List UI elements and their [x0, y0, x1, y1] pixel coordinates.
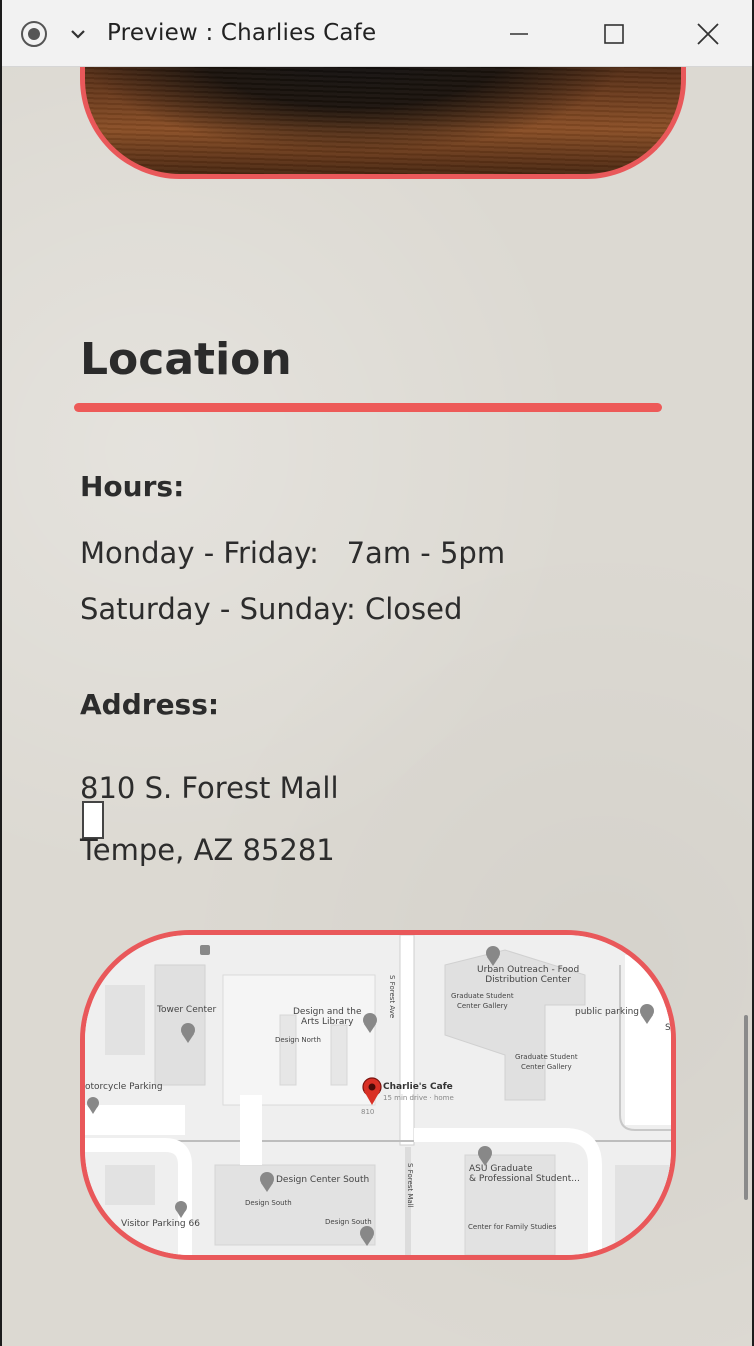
- title-bar: Preview : Charlies Cafe: [2, 0, 752, 67]
- map-label-design-south-1: Design South: [245, 1199, 292, 1207]
- map-label-design-south-2: Design South: [325, 1218, 372, 1226]
- chevron-down-icon[interactable]: [68, 24, 88, 44]
- heading-underline: [74, 403, 662, 412]
- map-label-urban-outreach: Urban Outreach - Food Distribution Cente…: [477, 965, 580, 985]
- map-label-grad-gallery-2: Graduate Student Center Gallery: [515, 1053, 578, 1071]
- map-label-s-forest-ave: S Forest Ave: [388, 975, 396, 1019]
- location-heading: Location: [80, 334, 292, 385]
- map-label-810: 810: [361, 1108, 375, 1116]
- location-map[interactable]: Tower Center Design and the Arts Library…: [80, 930, 676, 1260]
- address-street: 810 S. Forest Mall: [80, 771, 339, 805]
- map-label-design-center-south: Design Center South: [276, 1175, 370, 1185]
- hours-label: Hours:: [80, 470, 185, 503]
- map-label-tower-center: Tower Center: [157, 1005, 217, 1015]
- map-label-public-parking: public parking: [575, 1007, 639, 1017]
- map-label-grad-gallery-1: Graduate Student Center Gallery: [451, 992, 514, 1010]
- hours-weekday: Monday - Friday: 7am - 5pm: [80, 536, 506, 570]
- map-label-s-forest-mall: S Forest Mall: [406, 1163, 414, 1208]
- maximize-button[interactable]: [592, 14, 636, 54]
- scrollbar[interactable]: [744, 1015, 748, 1200]
- map-label-edge-s: S: [665, 1023, 671, 1033]
- map-label-asu-graduate: ASU Graduate & Professional Student...: [469, 1164, 580, 1184]
- map-label-visitor-parking: Visitor Parking 66: [121, 1219, 200, 1229]
- address-label: Address:: [80, 688, 220, 721]
- map-label-motorcycle-parking: otorcycle Parking: [85, 1082, 163, 1092]
- app-window: Preview : Charlies Cafe Location Hours: …: [2, 0, 752, 1346]
- record-icon[interactable]: [20, 20, 48, 48]
- map-graphic: [85, 935, 671, 1255]
- address-city: Tempe, AZ 85281: [80, 833, 335, 867]
- page-content: Location Hours: Monday - Friday: 7am - 5…: [2, 26, 752, 1346]
- minimize-button[interactable]: [498, 14, 542, 54]
- map-label-cafe-sub: 15 min drive · home: [383, 1094, 454, 1102]
- map-label-center-family: Center for Family Studies: [468, 1223, 557, 1231]
- hours-weekend: Saturday - Sunday: Closed: [80, 592, 463, 626]
- map-label-arts-library: Design and the Arts Library: [293, 1007, 362, 1027]
- map-label-design-north: Design North: [275, 1036, 321, 1044]
- map-label-charlies-cafe[interactable]: Charlie's Cafe: [383, 1082, 453, 1092]
- window-title: Preview : Charlies Cafe: [107, 20, 377, 46]
- close-button[interactable]: [686, 14, 730, 54]
